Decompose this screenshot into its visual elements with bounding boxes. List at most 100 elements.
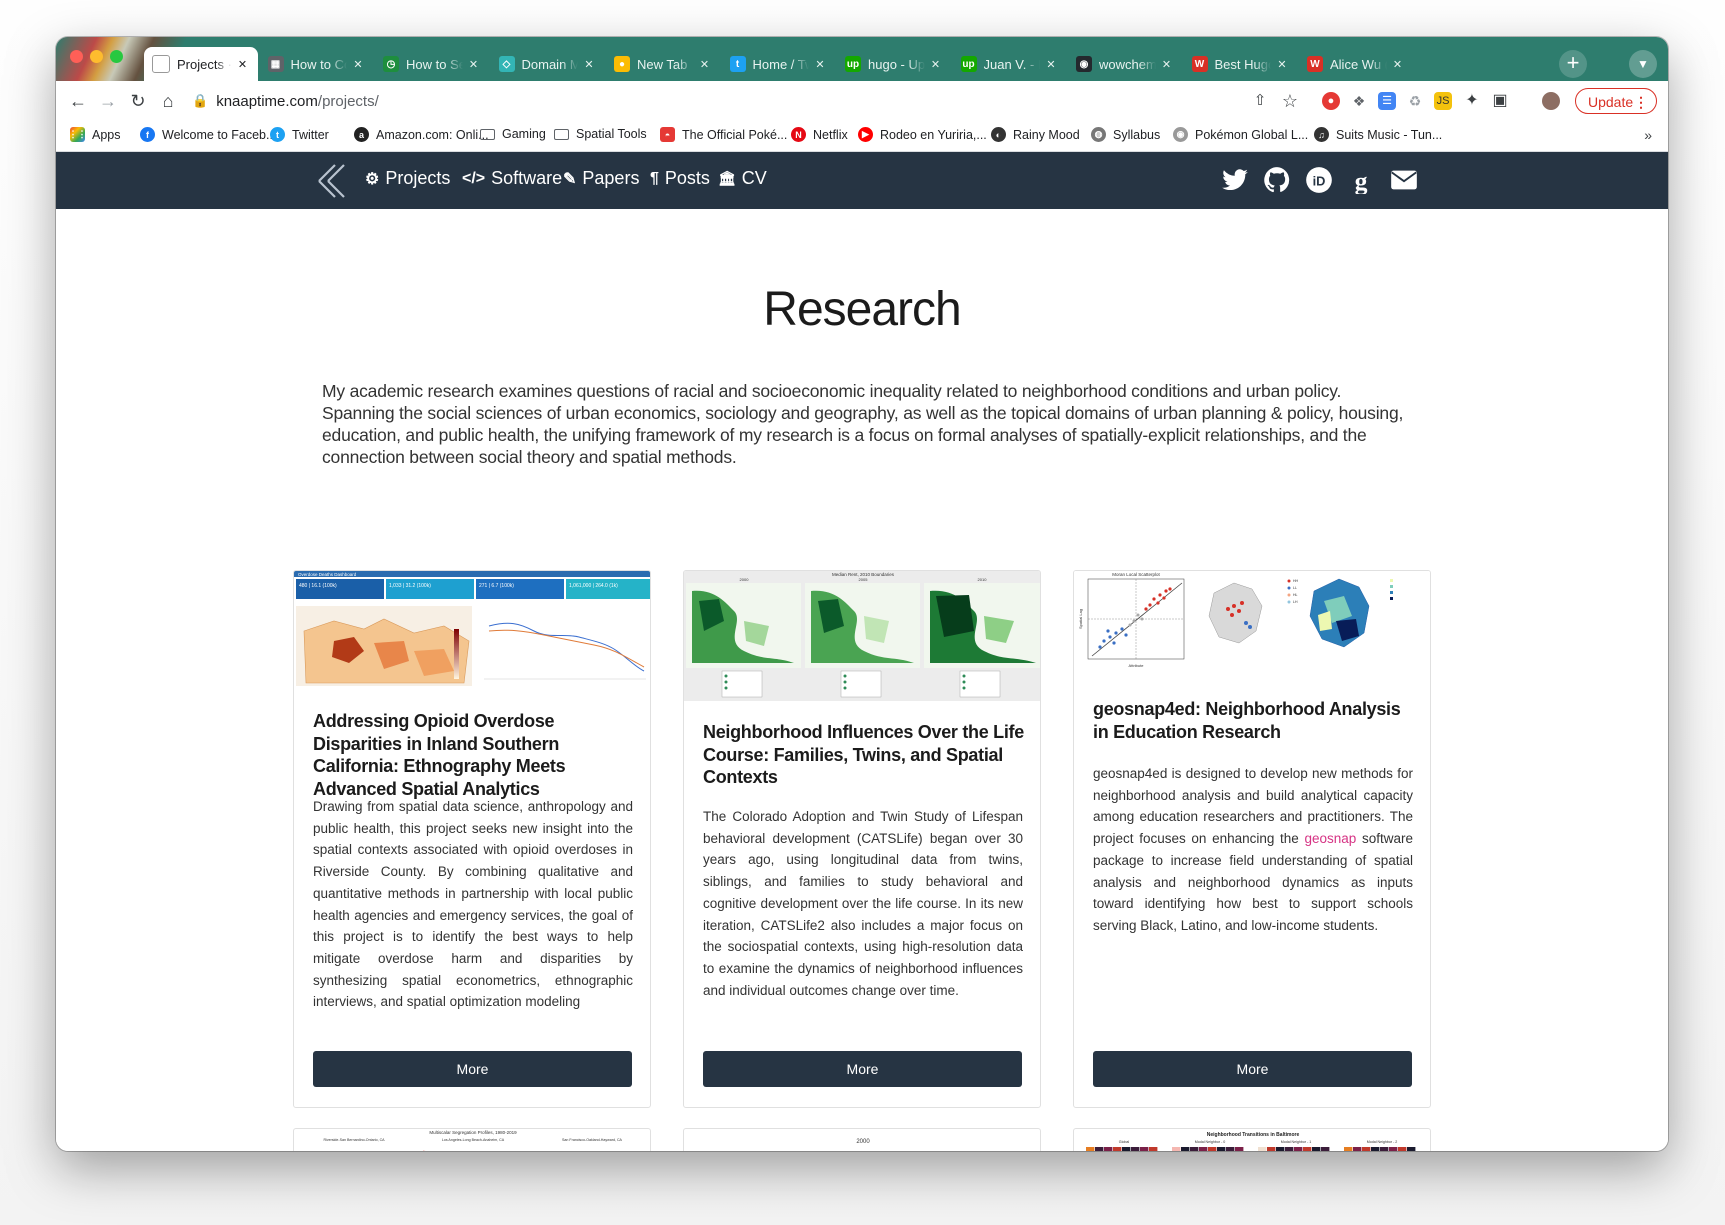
share-icon[interactable]: ⇧ bbox=[1246, 87, 1274, 115]
google-scholar-icon[interactable]: g bbox=[1347, 166, 1375, 194]
card-title[interactable]: Neighborhood Influences Over the Life Co… bbox=[703, 721, 1025, 789]
envelope-icon[interactable] bbox=[1390, 166, 1418, 194]
more-button[interactable]: More bbox=[313, 1051, 632, 1087]
dropbox-extension-icon[interactable]: ❖ bbox=[1350, 92, 1368, 110]
thumb-kpi: 271 | 6.7 (100k) bbox=[479, 583, 514, 589]
close-tab-icon[interactable]: ✕ bbox=[1044, 58, 1058, 71]
bookmark-item[interactable]: a Amazon.com: Onli... bbox=[354, 127, 489, 142]
nav-posts[interactable]: ¶ Posts bbox=[650, 168, 710, 189]
recycle-extension-icon[interactable]: ♻ bbox=[1406, 92, 1424, 110]
close-tab-icon[interactable]: ✕ bbox=[582, 58, 596, 71]
adblock-extension-icon[interactable]: ● bbox=[1322, 92, 1340, 110]
geosnap-link[interactable]: geosnap bbox=[1304, 831, 1356, 846]
profile-avatar[interactable] bbox=[1542, 92, 1560, 110]
bookmark-item[interactable]: ♫ Suits Music - Tun... bbox=[1314, 127, 1442, 142]
project-card-catslife[interactable]: Median Rent, 2010 Boundaries 2000 2005 2… bbox=[683, 570, 1041, 1108]
docs-extension-icon[interactable]: ☰ bbox=[1378, 92, 1396, 110]
bookmark-item[interactable]: ◍ Syllabus bbox=[1091, 127, 1160, 142]
close-tab-icon[interactable]: ✕ bbox=[467, 58, 481, 71]
heatmap-cell bbox=[1217, 1147, 1226, 1151]
bookmark-item[interactable]: f Welcome to Faceb... bbox=[140, 127, 276, 142]
transitions-thumbnail[interactable]: Neighborhood Transitions in Baltimore Gl… bbox=[1074, 1129, 1431, 1151]
close-window-button[interactable] bbox=[70, 50, 83, 63]
heatmap-cell bbox=[1294, 1147, 1303, 1151]
more-button[interactable]: More bbox=[1093, 1051, 1412, 1087]
minimize-window-button[interactable] bbox=[90, 50, 103, 63]
apps-icon: ⋮⋮ bbox=[69, 127, 87, 142]
new-tab-button[interactable]: + bbox=[1559, 50, 1587, 78]
thumb-kpi: 1,033 | 31.2 (100k) bbox=[389, 583, 431, 589]
site-logo-icon[interactable] bbox=[316, 162, 354, 200]
card-title[interactable]: Addressing Opioid Overdose Disparities i… bbox=[313, 710, 635, 800]
js-extension-icon[interactable]: JS bbox=[1434, 92, 1452, 110]
home-icon[interactable]: ⌂ bbox=[154, 87, 182, 115]
lock-icon: 🔒 bbox=[192, 93, 209, 108]
tab-search-chevron-icon[interactable]: ▼ bbox=[1629, 50, 1657, 78]
tab-item[interactable]: ▦ How to Cor✕ bbox=[260, 47, 374, 81]
bookmark-label: Spatial Tools bbox=[576, 127, 647, 141]
bookmark-item[interactable]: Gaming bbox=[480, 127, 546, 141]
project-card-opioid[interactable]: Overdose Deaths Dashboard 480 | 16.1 (10… bbox=[293, 570, 651, 1108]
heatmap-cell bbox=[1371, 1147, 1380, 1151]
project-card-geosnap4ed[interactable]: Moran Local Scatterplot Attribute Spatia… bbox=[1073, 570, 1431, 1108]
tab-item[interactable]: ● New Tab ✕ bbox=[606, 47, 720, 81]
project-card-segregation[interactable]: Multiscalar Segregation Profiles, 1980-2… bbox=[293, 1128, 651, 1151]
maximize-window-button[interactable] bbox=[110, 50, 123, 63]
update-button[interactable]: Update ⋮ bbox=[1575, 88, 1657, 114]
puzzle-extensions-icon[interactable]: ✦ bbox=[1458, 87, 1486, 115]
project-card-map-2000[interactable]: 2000 bbox=[683, 1128, 1041, 1151]
dashboard-thumbnail[interactable]: Overdose Deaths Dashboard 480 | 16.1 (10… bbox=[294, 571, 650, 689]
tab-item[interactable]: ◉ wowchemy ✕ bbox=[1068, 47, 1182, 81]
close-tab-icon[interactable]: ✕ bbox=[236, 58, 250, 71]
tab-item[interactable]: ◇ Domain Ma✕ bbox=[491, 47, 605, 81]
heatmap-cell bbox=[1389, 1147, 1398, 1151]
moran-scatter-thumbnail[interactable]: Moran Local Scatterplot Attribute Spatia… bbox=[1074, 571, 1430, 676]
segregation-thumbnail[interactable]: Multiscalar Segregation Profiles, 1980-2… bbox=[294, 1129, 651, 1151]
close-tab-icon[interactable]: ✕ bbox=[1160, 58, 1174, 71]
bookmark-item[interactable]: ⋮⋮ Apps bbox=[69, 127, 121, 142]
map-2000-thumbnail[interactable]: 2000 bbox=[684, 1129, 1041, 1151]
close-tab-icon[interactable]: ✕ bbox=[351, 58, 365, 71]
close-tab-icon[interactable]: ✕ bbox=[698, 58, 712, 71]
card-title[interactable]: geosnap4ed: Neighborhood Analysis in Edu… bbox=[1093, 698, 1415, 743]
tab-item[interactable]: up Juan V. - F ✕ bbox=[953, 47, 1067, 81]
bookmarks-overflow-icon[interactable]: » bbox=[1644, 127, 1652, 143]
bookmark-item[interactable]: N Netflix bbox=[791, 127, 848, 142]
nav-software[interactable]: </> Software bbox=[462, 168, 562, 189]
bookmark-star-icon[interactable]: ☆ bbox=[1276, 87, 1304, 115]
reload-icon[interactable]: ↻ bbox=[124, 87, 152, 115]
nav-papers[interactable]: ✎ Papers bbox=[563, 168, 639, 189]
close-tab-icon[interactable]: ✕ bbox=[1391, 58, 1405, 71]
bookmark-item[interactable]: Spatial Tools bbox=[554, 127, 647, 141]
tab-item[interactable]: W Alice Wu (l ✕ bbox=[1299, 47, 1413, 81]
bookmark-item[interactable]: ◓ The Official Poké... bbox=[660, 127, 787, 142]
tab-item[interactable]: up hugo - Upv ✕ bbox=[837, 47, 951, 81]
nav-cv[interactable]: 🏛 CV bbox=[718, 168, 767, 189]
nav-projects[interactable]: ⚙ Projects bbox=[365, 168, 450, 189]
back-arrow-icon[interactable]: ← bbox=[64, 87, 92, 115]
orcid-icon[interactable]: iD bbox=[1305, 166, 1333, 194]
heatmap-cell bbox=[1199, 1147, 1208, 1151]
more-button[interactable]: More bbox=[703, 1051, 1022, 1087]
bookmark-item[interactable]: ▶ Rodeo en Yuriria,... bbox=[858, 127, 987, 142]
bookmark-item[interactable]: ◉ Pokémon Global L... bbox=[1173, 127, 1308, 142]
tab-item[interactable]: ◷ How to Set ✕ bbox=[375, 47, 489, 81]
close-tab-icon[interactable]: ✕ bbox=[813, 58, 827, 71]
w-icon: W bbox=[1191, 56, 1208, 72]
rent-maps-thumbnail[interactable]: Median Rent, 2010 Boundaries 2000 2005 2… bbox=[684, 571, 1040, 701]
tab-active[interactable]: Projects · k ✕ bbox=[144, 47, 258, 81]
bookmark-item[interactable]: t Twitter bbox=[270, 127, 329, 142]
institution-icon: 🏛 bbox=[718, 170, 736, 186]
twitter-icon[interactable] bbox=[1221, 166, 1249, 194]
address-bar[interactable]: 🔒 knaaptime.com/projects/ bbox=[184, 85, 1184, 117]
bookmark-item[interactable]: ◐ Rainy Mood bbox=[991, 127, 1080, 142]
close-tab-icon[interactable]: ✕ bbox=[929, 58, 943, 71]
github-icon[interactable] bbox=[1263, 166, 1291, 194]
forward-arrow-icon[interactable]: → bbox=[94, 87, 122, 115]
tab-item[interactable]: W Best Hugo ✕ bbox=[1184, 47, 1298, 81]
bookmark-label: Rodeo en Yuriria,... bbox=[880, 127, 987, 142]
side-panel-icon[interactable]: ▣ bbox=[1486, 87, 1514, 115]
project-card-baltimore[interactable]: Neighborhood Transitions in Baltimore Gl… bbox=[1073, 1128, 1431, 1151]
tab-item[interactable]: t Home / Twi✕ bbox=[722, 47, 836, 81]
close-tab-icon[interactable]: ✕ bbox=[1275, 58, 1289, 71]
